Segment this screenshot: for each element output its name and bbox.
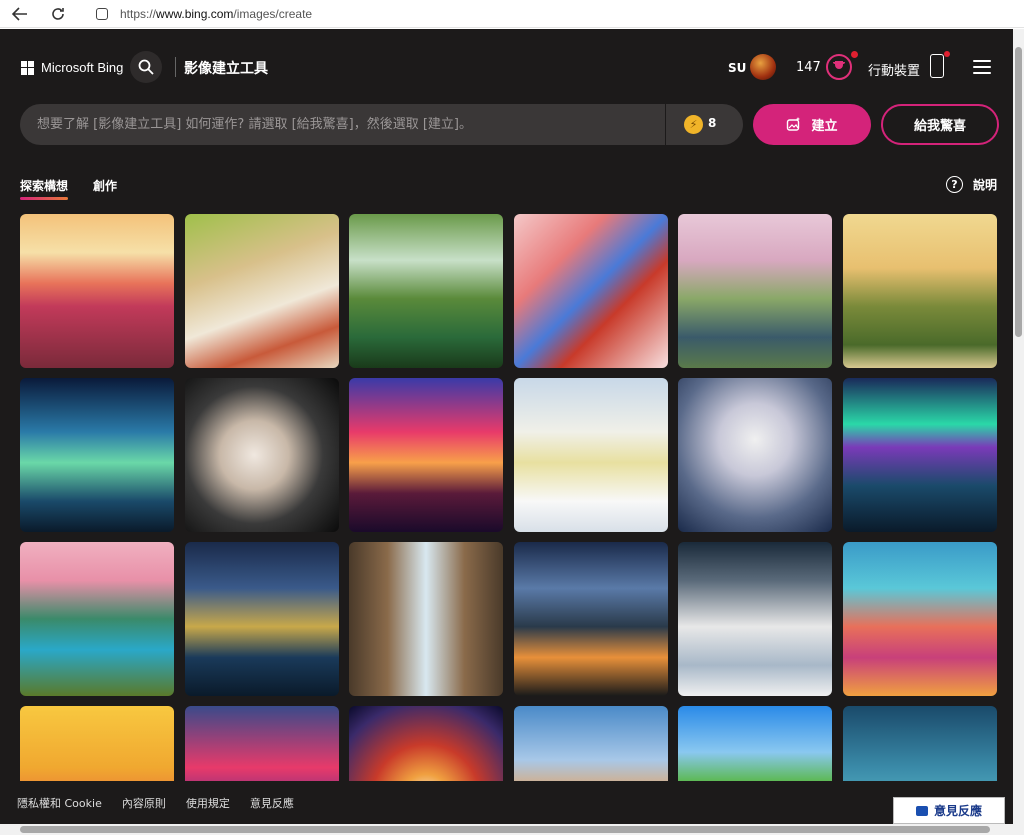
hamburger-menu-icon[interactable] bbox=[973, 60, 991, 74]
scrollbar-thumb[interactable] bbox=[20, 826, 990, 833]
page-title: 影像建立工具 bbox=[184, 61, 268, 77]
gallery-image-sea-turtle-reef[interactable] bbox=[843, 542, 997, 696]
phone-icon[interactable] bbox=[930, 54, 944, 78]
browser-toolbar: https://www.bing.com/images/create bbox=[0, 0, 1024, 28]
microsoft-logo-icon bbox=[21, 60, 35, 75]
footer-link-feedback[interactable]: 意見反應 bbox=[250, 795, 294, 811]
search-icon bbox=[138, 59, 154, 75]
prompt-input[interactable] bbox=[37, 104, 657, 145]
create-button-label: 建立 bbox=[811, 119, 838, 134]
help-label: 說明 bbox=[973, 178, 998, 192]
boost-count: 8 bbox=[708, 116, 717, 130]
rewards-trophy-icon[interactable] bbox=[826, 54, 852, 80]
mobile-label[interactable]: 行動裝置 bbox=[868, 60, 920, 79]
url-path: /images/create bbox=[233, 7, 313, 21]
question-icon: ? bbox=[946, 176, 963, 193]
brand-name: Microsoft Bing bbox=[41, 60, 124, 75]
vertical-scrollbar[interactable] bbox=[1013, 29, 1024, 824]
header: Microsoft Bing 影像建立工具 SU 147 行動裝置 bbox=[0, 29, 1013, 103]
gallery-image-crescent-flowers[interactable] bbox=[185, 378, 339, 532]
rewards-points[interactable]: 147 bbox=[796, 60, 821, 75]
gallery-image-campsite-milkyway[interactable] bbox=[514, 542, 668, 696]
url-prefix: https:// bbox=[120, 7, 157, 21]
boost-coin-icon[interactable]: ⚡ bbox=[684, 115, 703, 134]
gallery-image-picnic-basket[interactable] bbox=[185, 214, 339, 368]
create-button[interactable]: 建立 bbox=[753, 104, 871, 145]
horizontal-scrollbar[interactable] bbox=[0, 824, 1024, 835]
gallery-image-library-robot[interactable] bbox=[349, 542, 503, 696]
address-bar[interactable]: https://www.bing.com/images/create bbox=[84, 2, 996, 26]
active-tab-indicator bbox=[20, 197, 68, 200]
url-host: www.bing.com bbox=[156, 7, 234, 21]
prompt-bar: ⚡ 8 bbox=[20, 104, 743, 145]
lock-icon bbox=[96, 8, 108, 20]
surprise-me-button[interactable]: 給我驚喜 bbox=[881, 104, 999, 145]
help-link[interactable]: ? 說明 bbox=[946, 176, 997, 193]
gallery-image-tulip-field-sunset[interactable] bbox=[20, 214, 174, 368]
footer-link-content-policy[interactable]: 內容原則 bbox=[122, 795, 166, 811]
feedback-label: 意見反應 bbox=[933, 804, 982, 818]
image-sparkle-icon bbox=[787, 117, 801, 131]
user-initials[interactable]: SU bbox=[728, 61, 746, 75]
gallery-image-park-kite[interactable] bbox=[843, 214, 997, 368]
footer-link-terms[interactable]: 使用規定 bbox=[186, 795, 230, 811]
gallery-image-aurora-shore[interactable] bbox=[843, 378, 997, 532]
notification-dot bbox=[944, 51, 950, 57]
gallery-image-silver-bouquet[interactable] bbox=[678, 378, 832, 532]
microsoft-bing-logo[interactable]: Microsoft Bing bbox=[21, 60, 123, 75]
back-arrow-icon[interactable] bbox=[6, 2, 34, 26]
gallery-image-waterfall-rainbow[interactable] bbox=[349, 214, 503, 368]
feedback-icon bbox=[915, 805, 928, 816]
gallery-image-cherry-river[interactable] bbox=[678, 214, 832, 368]
scrollbar-thumb[interactable] bbox=[1015, 47, 1022, 337]
gallery-image-butterfly-blossom[interactable] bbox=[514, 214, 668, 368]
tab-creations[interactable]: 創作 bbox=[93, 177, 117, 194]
avatar[interactable] bbox=[750, 54, 776, 80]
gallery-image-night-city[interactable] bbox=[185, 542, 339, 696]
header-divider bbox=[175, 57, 176, 77]
footer-link-privacy[interactable]: 隱私權和 Cookie bbox=[17, 795, 102, 811]
gallery-image-polar-bear-moon[interactable] bbox=[678, 542, 832, 696]
gallery-image-peacock-garden[interactable] bbox=[20, 542, 174, 696]
gallery-image-horse-rider-sunset[interactable] bbox=[349, 378, 503, 532]
bing-image-creator: Microsoft Bing 影像建立工具 SU 147 行動裝置 ⚡ 8 建立… bbox=[0, 29, 1013, 824]
tab-explore-ideas[interactable]: 探索構想 bbox=[20, 177, 68, 194]
footer: 隱私權和 Cookie 內容原則 使用規定 意見反應 bbox=[0, 781, 1013, 824]
search-button[interactable] bbox=[130, 51, 162, 83]
prompt-separator bbox=[665, 104, 666, 145]
gallery-image-polar-bears-lemonade[interactable] bbox=[514, 378, 668, 532]
feedback-button[interactable]: 意見反應 bbox=[893, 797, 1005, 824]
reload-icon[interactable] bbox=[44, 2, 72, 26]
gallery-image-neon-forest[interactable] bbox=[20, 378, 174, 532]
notification-dot bbox=[851, 51, 858, 58]
